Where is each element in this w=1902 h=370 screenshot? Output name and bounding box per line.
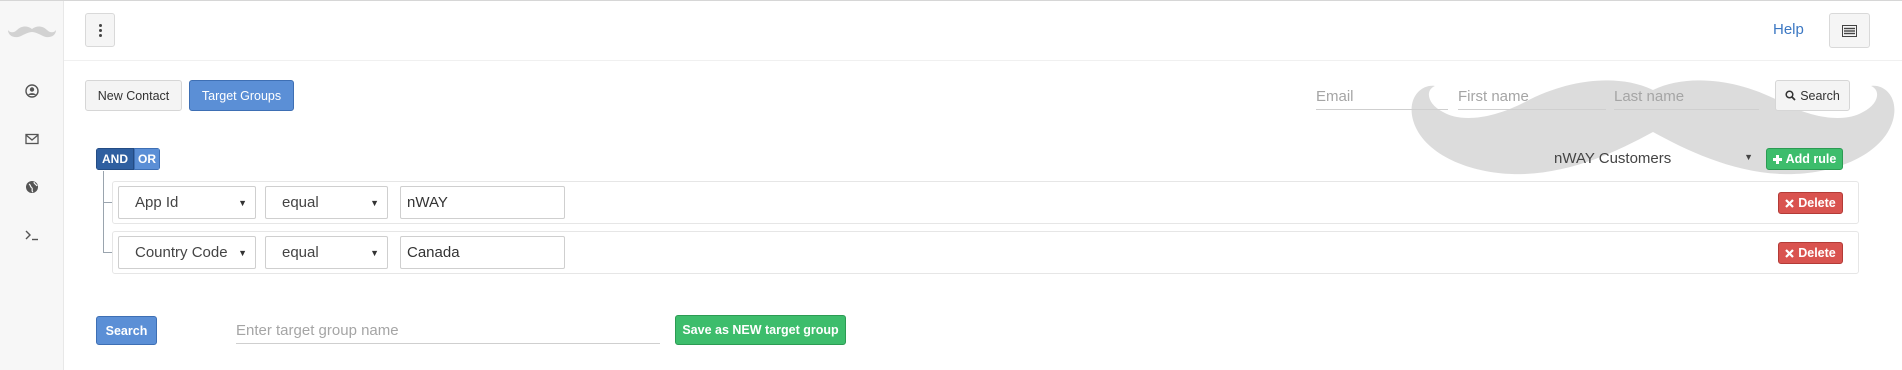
- delete-label: Delete: [1798, 196, 1836, 210]
- quick-search-button[interactable]: Search: [1775, 80, 1850, 111]
- first-name-search-input[interactable]: [1458, 84, 1606, 110]
- target-group-select[interactable]: nWAY Customers ▼: [1538, 145, 1753, 171]
- close-icon: [1785, 248, 1795, 258]
- chevron-down-icon: ▼: [238, 248, 247, 258]
- search-button[interactable]: Search: [96, 316, 157, 345]
- globe-icon[interactable]: [22, 177, 42, 197]
- rule-field-select[interactable]: Country Code ▼: [118, 236, 256, 269]
- quick-search-label: Search: [1800, 88, 1840, 103]
- terminal-icon[interactable]: [22, 225, 42, 245]
- rule-value-input[interactable]: [400, 236, 565, 269]
- email-search-input[interactable]: [1316, 84, 1448, 110]
- user-circle-icon[interactable]: [22, 81, 42, 101]
- delete-rule-button[interactable]: Delete: [1778, 242, 1843, 264]
- target-group-name-input[interactable]: [236, 317, 660, 344]
- search-icon: [1785, 90, 1796, 101]
- envelope-icon[interactable]: [22, 129, 42, 149]
- layout-toggle-button[interactable]: [1829, 13, 1870, 48]
- rule-operator-value: equal: [282, 194, 319, 211]
- kebab-menu-icon: [98, 23, 102, 38]
- chevron-down-icon: ▼: [370, 198, 379, 208]
- sidebar: [0, 1, 64, 370]
- rule-operator-select[interactable]: equal ▼: [265, 186, 388, 219]
- chevron-down-icon: ▼: [1744, 152, 1753, 162]
- header-divider: [64, 60, 1902, 61]
- chevron-down-icon: ▼: [370, 248, 379, 258]
- menu-button[interactable]: [85, 13, 115, 47]
- add-rule-label: Add rule: [1785, 152, 1837, 166]
- help-link[interactable]: Help: [1773, 21, 1804, 38]
- delete-rule-button[interactable]: Delete: [1778, 192, 1843, 214]
- rule-operator-select[interactable]: equal ▼: [265, 236, 388, 269]
- save-new-target-group-button[interactable]: Save as NEW target group: [675, 315, 846, 345]
- rule-field-select[interactable]: App Id ▼: [118, 186, 256, 219]
- target-group-selected: nWAY Customers: [1554, 149, 1672, 167]
- mustache-logo-icon[interactable]: [7, 24, 57, 40]
- list-layout-icon: [1842, 24, 1857, 37]
- top-border: [0, 0, 1902, 1]
- rule-tree-branch: [103, 202, 112, 203]
- last-name-search-input[interactable]: [1614, 84, 1759, 110]
- condition-toggle: AND OR: [96, 148, 160, 170]
- rule-value-input[interactable]: [400, 186, 565, 219]
- target-groups-button[interactable]: Target Groups: [189, 80, 294, 111]
- plus-icon: [1772, 154, 1782, 164]
- rule-operator-value: equal: [282, 244, 319, 261]
- delete-label: Delete: [1798, 246, 1836, 260]
- rule-row: Country Code ▼ equal ▼ Delete: [112, 231, 1859, 274]
- and-button[interactable]: AND: [96, 148, 134, 170]
- rule-tree-line: [103, 171, 104, 253]
- rule-field-value: App Id: [135, 194, 179, 211]
- new-contact-button[interactable]: New Contact: [85, 80, 182, 111]
- close-icon: [1785, 198, 1795, 208]
- chevron-down-icon: ▼: [238, 198, 247, 208]
- rule-row: App Id ▼ equal ▼ Delete: [112, 181, 1859, 224]
- rule-field-value: Country Code: [135, 244, 228, 261]
- or-button[interactable]: OR: [134, 148, 160, 170]
- add-rule-button[interactable]: Add rule: [1766, 148, 1843, 170]
- rule-tree-branch: [103, 252, 112, 253]
